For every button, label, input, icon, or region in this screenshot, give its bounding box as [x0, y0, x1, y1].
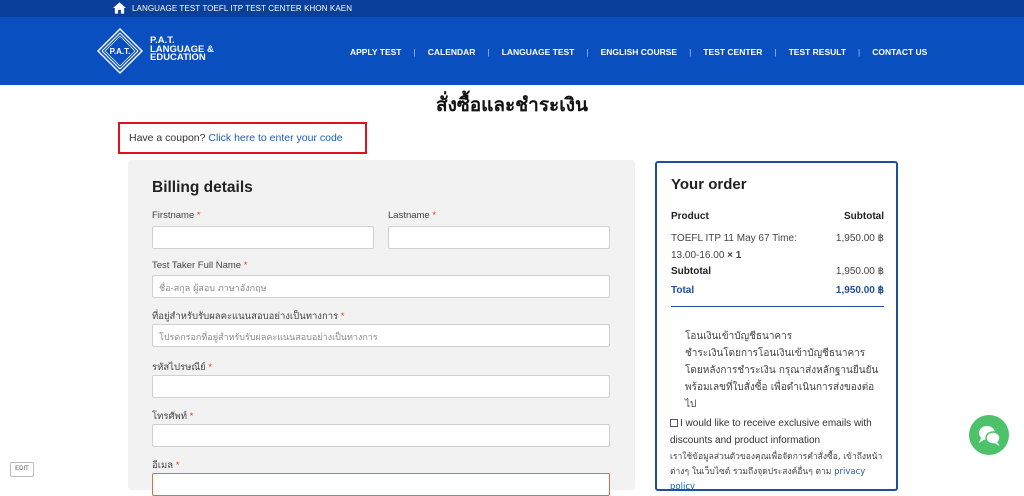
firstname-field[interactable]	[152, 226, 374, 249]
required-mark: *	[432, 210, 437, 221]
bank-transfer-method[interactable]: โอนเงินเข้าบัญชีธนาคาร ชำระเงินโดยการโอน…	[685, 328, 885, 413]
subtotal-value: 1,950.00 ฿	[835, 266, 884, 277]
edit-button[interactable]: EDIT	[10, 462, 34, 477]
postcode-field[interactable]	[152, 375, 610, 398]
firstname-label-text: Firstname	[152, 210, 195, 221]
lastname-label-text: Lastname	[388, 210, 430, 221]
nav-separator: |	[586, 47, 589, 57]
order-item-time: 13.00-16.00	[671, 250, 725, 261]
address-field[interactable]: โปรดกรอกที่อยู่สำหรับรับผลคะแนนสอบอย่างเ…	[152, 324, 610, 347]
nav-calendar[interactable]: CALENDAR	[428, 47, 476, 57]
phone-label-text: โทรศัพท์	[152, 411, 188, 422]
required-mark: *	[175, 460, 180, 471]
address-label-text: ที่อยู่สำหรับรับผลคะแนนสอบอย่างเป็นทางกา…	[152, 311, 339, 322]
fullname-label-text: Test Taker Full Name	[152, 260, 242, 271]
chat-button[interactable]	[969, 415, 1009, 455]
required-mark: *	[208, 362, 213, 373]
top-info-text: LANGUAGE TEST TOEFL ITP TEST CENTER KHON…	[132, 4, 353, 13]
lastname-field[interactable]	[388, 226, 610, 249]
fullname-label: Test Taker Full Name *	[152, 260, 247, 271]
fullname-field[interactable]: ชื่อ-สกุล ผู้สอบ ภาษาอังกฤษ	[152, 275, 610, 298]
email-label: อีเมล *	[152, 458, 179, 473]
chat-bubble-icon	[979, 426, 1001, 446]
marketing-consent: I would like to receive exclusive emails…	[670, 415, 885, 449]
logo-text: P.A.T.	[110, 47, 131, 56]
subtotal-label: Subtotal	[671, 266, 711, 277]
pat-logo[interactable]: P.A.T.	[96, 27, 144, 75]
nav-test-result[interactable]: TEST RESULT	[789, 47, 846, 57]
top-info-bar: LANGUAGE TEST TOEFL ITP TEST CENTER KHON…	[0, 0, 1024, 17]
email-label-text: อีเมล	[152, 460, 174, 471]
order-item-price: 1,950.00 ฿	[835, 233, 884, 244]
brand-name[interactable]: P.A.T. LANGUAGE & EDUCATION	[150, 36, 214, 63]
order-item-row: TOEFL ITP 11 May 67 Time: 13.00-16.00 × …	[671, 230, 884, 264]
billing-details-panel: Billing details Firstname * Lastname * T…	[128, 160, 635, 496]
order-item-qty: × 1	[727, 250, 742, 261]
total-value: 1,950.00 ฿	[835, 285, 884, 296]
nav-menu: APPLY TEST | CALENDAR | LANGUAGE TEST | …	[350, 47, 927, 57]
brand-line-3: EDUCATION	[150, 52, 206, 63]
col-product: Product	[671, 211, 709, 222]
privacy-notice: เราใช้ข้อมูลส่วนตัวของคุณเพื่อจัดการคำสั…	[670, 450, 885, 495]
nav-test-center[interactable]: TEST CENTER	[703, 47, 762, 57]
firstname-label: Firstname *	[152, 210, 201, 221]
phone-label: โทรศัพท์ *	[152, 409, 193, 424]
order-subtotal-row: Subtotal 1,950.00 ฿	[671, 266, 884, 277]
coupon-text: Have a coupon?	[129, 132, 206, 144]
bank-description: ชำระเงินโดยการโอนเงินเข้าบัญชีธนาคาร โดย…	[685, 348, 879, 410]
postcode-label-text: รหัสไปรษณีย์	[152, 362, 206, 373]
billing-title: Billing details	[152, 179, 253, 196]
page-title: สั่งซื้อและชำระเงิน	[435, 94, 588, 116]
phone-field[interactable]	[152, 424, 610, 447]
coupon-notice: Have a coupon? Click here to enter your …	[118, 122, 367, 154]
order-total-row: Total 1,950.00 ฿	[671, 285, 884, 296]
nav-separator: |	[487, 47, 490, 57]
order-header-row: Product Subtotal	[671, 211, 884, 222]
required-mark: *	[243, 260, 248, 271]
nav-separator: |	[689, 47, 692, 57]
address-label: ที่อยู่สำหรับรับผลคะแนนสอบอย่างเป็นทางกา…	[152, 309, 344, 324]
bank-title: โอนเงินเข้าบัญชีธนาคาร	[685, 331, 793, 342]
coupon-link[interactable]: Click here to enter your code	[208, 132, 342, 144]
order-divider	[671, 306, 884, 307]
total-label: Total	[671, 285, 695, 296]
nav-separator: |	[774, 47, 777, 57]
your-order-panel: Your order Product Subtotal TOEFL ITP 11…	[655, 161, 898, 492]
required-mark: *	[196, 210, 201, 221]
nav-english-course[interactable]: ENGLISH COURSE	[601, 47, 678, 57]
postcode-label: รหัสไปรษณีย์ *	[152, 360, 212, 375]
consent-checkbox[interactable]	[670, 419, 678, 428]
nav-apply-test[interactable]: APPLY TEST	[350, 47, 402, 57]
required-mark: *	[189, 411, 194, 422]
nav-separator: |	[413, 47, 416, 57]
main-navbar: P.A.T. P.A.T. LANGUAGE & EDUCATION APPLY…	[0, 17, 1024, 85]
nav-language-test[interactable]: LANGUAGE TEST	[502, 47, 575, 57]
consent-text: I would like to receive exclusive emails…	[670, 418, 872, 446]
nav-separator: |	[858, 47, 861, 57]
col-subtotal: Subtotal	[844, 211, 884, 222]
lastname-label: Lastname *	[388, 210, 436, 221]
nav-contact-us[interactable]: CONTACT US	[872, 47, 927, 57]
order-title: Your order	[671, 176, 747, 193]
required-mark: *	[340, 311, 345, 322]
home-icon[interactable]	[113, 2, 126, 14]
